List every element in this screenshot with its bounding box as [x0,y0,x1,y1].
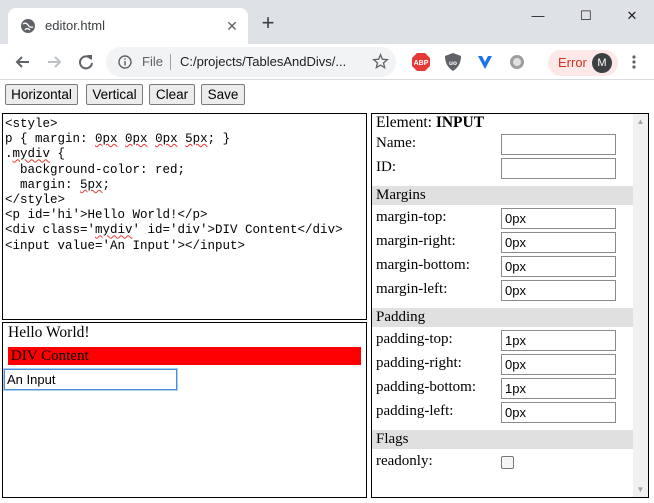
code-line: </style> [5,193,66,208]
preview-paragraph[interactable]: Hello World! [8,324,90,342]
ublock-icon[interactable]: uo [443,52,463,72]
preview-input[interactable] [3,368,178,391]
error-label: Error [558,55,587,70]
url-text[interactable]: C:/projects/TablesAndDivs/... [180,54,366,69]
kebab-menu-icon[interactable] [626,54,642,70]
margin-top-field[interactable] [501,208,616,229]
svg-text:uo: uo [449,60,457,67]
vpn-icon[interactable] [475,52,495,72]
properties-panel: Element: INPUT Name: ID: Margins margin-… [371,113,649,498]
margins-header: Margins [372,186,633,205]
address-bar[interactable]: File C:/projects/TablesAndDivs/... [106,47,396,77]
readonly-label: readonly: [376,453,433,469]
element-heading: Element: INPUT [376,114,484,132]
minimize-button[interactable]: — [523,6,553,26]
vertical-button[interactable]: Vertical [86,84,143,105]
scroll-up-icon[interactable]: ▲ [633,114,648,129]
padding-bottom-label: padding-bottom: [376,379,476,395]
id-field[interactable] [501,158,616,179]
margin-left-field[interactable] [501,280,616,301]
padding-left-label: padding-left: [376,403,454,419]
save-button[interactable]: Save [201,84,245,105]
padding-top-field[interactable] [501,330,616,351]
clear-button[interactable]: Clear [149,84,195,105]
padding-right-field[interactable] [501,354,616,375]
abp-icon[interactable]: ABP [411,52,431,72]
properties-scrollbar[interactable]: ▲ ▼ [633,114,648,497]
address-divider [170,54,171,70]
readonly-checkbox[interactable] [501,456,514,469]
preview-div[interactable]: DIV Content [8,347,361,365]
reload-icon[interactable] [75,51,97,73]
code-line: background-color: red; [5,162,186,177]
url-scheme: File [142,54,163,69]
scroll-down-icon[interactable]: ▼ [633,482,648,497]
browser-toolbar: File C:/projects/TablesAndDivs/... ABP u… [0,44,654,80]
profile-error-button[interactable]: Error M [548,50,618,76]
preview-panel: Hello World! DIV Content [2,322,367,498]
code-editor[interactable]: <style> p { margin: 0px 0px 0px 5px; } .… [2,113,367,320]
code-line: p { margin: 0px 0px 0px 5px; } [5,132,231,147]
margin-left-label: margin-left: [376,281,448,297]
avatar: M [592,53,612,73]
browser-title-bar: editor.html ✕ + — ☐ ✕ [0,0,654,44]
code-line: <p id='hi'>Hello World!</p> [5,208,208,223]
margin-top-label: margin-top: [376,209,447,225]
margin-bottom-field[interactable] [501,256,616,277]
svg-text:ABP: ABP [414,60,429,67]
circle-extension-icon[interactable] [507,52,527,72]
padding-left-field[interactable] [501,402,616,423]
id-label: ID: [376,159,396,175]
code-line: <style> [5,117,58,131]
code-line: <div class='mydiv' id='div'>DIV Content<… [5,223,343,238]
info-icon[interactable] [118,55,132,69]
padding-top-label: padding-top: [376,331,453,347]
code-line: margin: 5px; [5,177,111,192]
element-label: Element: [376,114,432,131]
code-text[interactable]: <style> p { margin: 0px 0px 0px 5px; } .… [5,117,343,254]
horizontal-button[interactable]: Horizontal [5,84,78,105]
name-label: Name: [376,135,416,151]
maximize-button[interactable]: ☐ [571,6,601,26]
padding-bottom-field[interactable] [501,378,616,399]
element-name: INPUT [435,114,485,131]
browser-tab[interactable]: editor.html ✕ [8,8,248,44]
back-arrow-icon[interactable] [12,51,34,73]
margin-right-label: margin-right: [376,233,456,249]
globe-icon [21,19,35,33]
code-line: .mydiv { [5,147,66,162]
margin-right-field[interactable] [501,232,616,253]
tab-close-icon[interactable]: ✕ [224,18,240,34]
padding-right-label: padding-right: [376,355,462,371]
bookmark-star-icon[interactable] [372,53,389,70]
close-window-button[interactable]: ✕ [617,6,647,26]
forward-arrow-icon[interactable] [43,51,65,73]
margin-bottom-label: margin-bottom: [376,257,470,273]
name-field[interactable] [501,134,616,155]
padding-header: Padding [372,308,633,327]
new-tab-button[interactable]: + [259,12,277,34]
code-line: <input value='An Input'></input> [5,238,246,253]
tab-title: editor.html [45,18,105,33]
properties-content: Element: INPUT Name: ID: Margins margin-… [372,114,633,497]
flags-header: Flags [372,430,633,449]
